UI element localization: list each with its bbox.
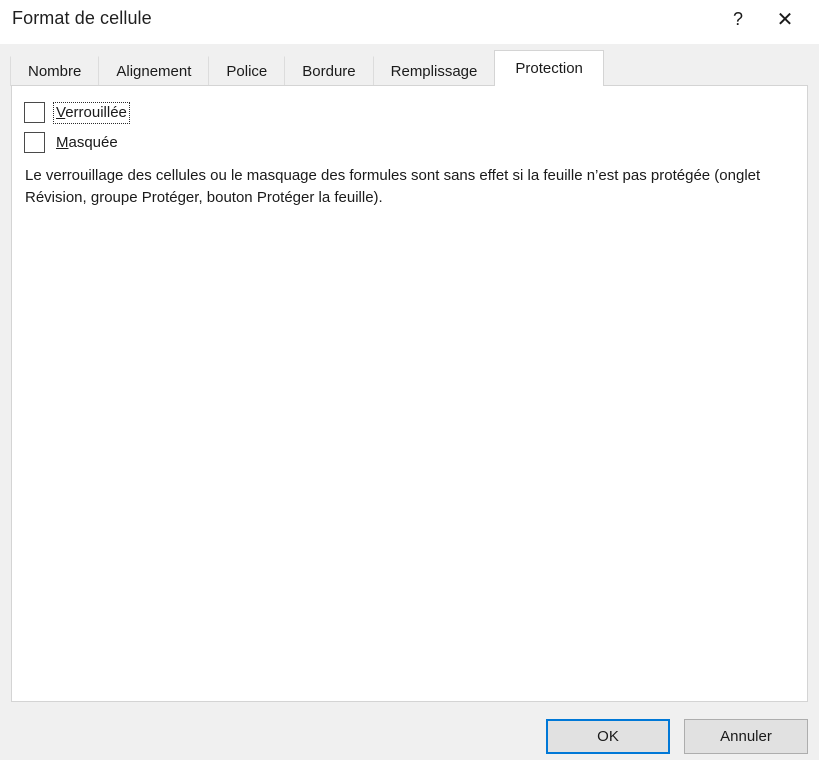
- dialog-footer: OK Annuler: [0, 702, 819, 760]
- hidden-checkbox-row[interactable]: Masquée: [24, 132, 120, 153]
- tab-police[interactable]: Police: [208, 56, 286, 86]
- tab-protection[interactable]: Protection: [494, 50, 604, 86]
- locked-label-text: errouillée: [65, 103, 127, 121]
- tab-label: Protection: [515, 60, 583, 77]
- tab-remplissage[interactable]: Remplissage: [372, 56, 496, 86]
- tab-strip: Nombre Alignement Police Bordure Remplis…: [0, 44, 819, 86]
- hidden-checkbox-label[interactable]: Masquée: [54, 133, 120, 153]
- ok-button[interactable]: OK: [546, 719, 670, 754]
- protection-tab-panel: Verrouillée Masquée Le verrouillage des …: [11, 85, 808, 702]
- title-bar: Format de cellule ? ✕: [0, 0, 819, 44]
- tab-label: Police: [226, 63, 268, 80]
- tab-label: Remplissage: [390, 63, 478, 80]
- help-button[interactable]: ?: [715, 0, 761, 38]
- format-cells-dialog: Format de cellule ? ✕ Nombre Alignement …: [0, 0, 819, 760]
- tab-label: Alignement: [116, 63, 192, 80]
- ok-button-label: OK: [597, 728, 619, 745]
- locked-checkbox[interactable]: [24, 102, 45, 123]
- tab-nombre[interactable]: Nombre: [10, 56, 100, 86]
- hidden-accelerator: M: [56, 133, 69, 151]
- locked-checkbox-row[interactable]: Verrouillée: [24, 101, 130, 124]
- title-bar-buttons: ? ✕: [715, 0, 819, 44]
- cancel-button[interactable]: Annuler: [684, 719, 808, 754]
- tab-alignement[interactable]: Alignement: [98, 56, 210, 86]
- cancel-button-label: Annuler: [720, 728, 772, 745]
- locked-checkbox-label[interactable]: Verrouillée: [53, 101, 130, 124]
- help-question-icon: ?: [732, 9, 743, 29]
- close-x-icon: ✕: [776, 7, 794, 31]
- dialog-title: Format de cellule: [12, 8, 152, 28]
- tab-label: Bordure: [302, 63, 356, 80]
- tab-label: Nombre: [28, 63, 82, 80]
- hidden-label-text: asquée: [68, 133, 118, 151]
- protection-description: Le verrouillage des cellules ou le masqu…: [25, 167, 761, 206]
- locked-accelerator: V: [56, 103, 66, 121]
- tab-bordure[interactable]: Bordure: [284, 56, 374, 86]
- tab-list: Nombre Alignement Police Bordure Remplis…: [10, 44, 604, 86]
- close-button[interactable]: ✕: [761, 0, 809, 38]
- hidden-checkbox[interactable]: [24, 132, 45, 153]
- footer-button-group: OK Annuler: [546, 719, 808, 754]
